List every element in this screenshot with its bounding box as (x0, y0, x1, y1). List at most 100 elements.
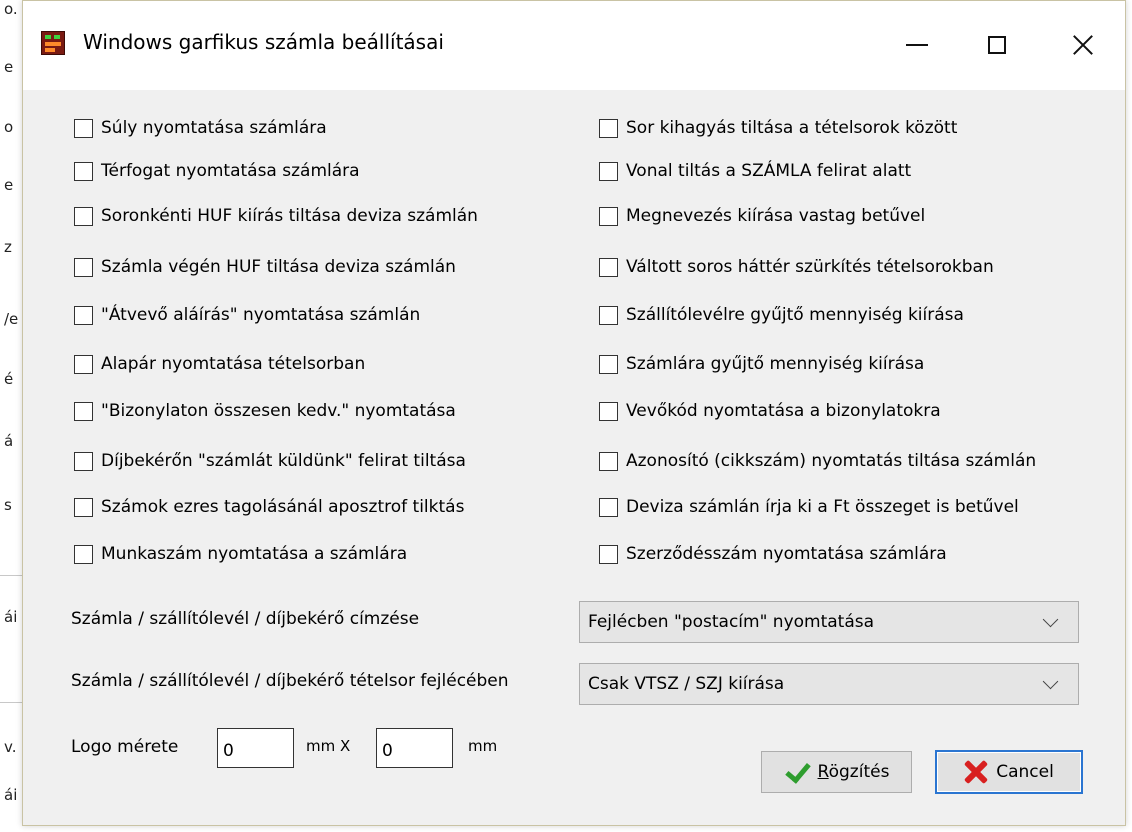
checkbox-box[interactable] (599, 161, 618, 181)
background-fragment: é (4, 370, 14, 388)
checkbox-label: Vonal tiltás a SZÁMLA felirat alatt (626, 161, 912, 181)
checkbox-huf-at-end[interactable]: Számla végén HUF tiltása deviza számlán (74, 257, 456, 277)
checkbox-apostrophe[interactable]: Számok ezres tagolásánál aposztrof tilkt… (74, 497, 464, 517)
maximize-button[interactable] (967, 17, 1027, 73)
checkbox-total-discount[interactable]: "Bizonylaton összesen kedv." nyomtatása (74, 401, 456, 421)
logo-width-unit: mm X (306, 737, 351, 755)
close-icon (1072, 34, 1094, 56)
checkbox-label: Szerződésszám nyomtatása számlára (626, 544, 947, 564)
background-fragment: s (4, 496, 12, 514)
checkbox-label: Deviza számlán írja ki a Ft összeget is … (626, 497, 1019, 517)
checkbox-label: "Átvevő aláírás" nyomtatása számlán (101, 305, 421, 325)
background-divider (0, 702, 22, 703)
checkbox-ft-in-words[interactable]: Deviza számlán írja ki a Ft összeget is … (599, 497, 1019, 517)
chevron-down-icon (1042, 673, 1059, 689)
window-title: Windows garfikus számla beállításai (83, 30, 444, 54)
background-fragment: v. (4, 738, 17, 756)
checkbox-receiver-signature[interactable]: "Átvevő aláírás" nyomtatása számlán (74, 305, 420, 325)
checkbox-label: Súly nyomtatása számlára (101, 118, 327, 138)
chevron-down-icon (1042, 611, 1059, 627)
save-button-label-rest: ögzítés (828, 762, 890, 782)
checkbox-label: Megnevezés kiírása vastag betűvel (626, 206, 926, 226)
checkbox-label: Azonosító (cikkszám) nyomtatás tiltása s… (626, 451, 1037, 471)
save-button[interactable]: Rögzítés (761, 751, 912, 793)
checkbox-huf-per-line[interactable]: Soronkénti HUF kiírás tiltása deviza szá… (74, 206, 478, 226)
background-fragment: z (4, 238, 12, 256)
checkbox-box[interactable] (74, 451, 93, 471)
checkbox-box[interactable] (74, 401, 93, 421)
checkbox-box[interactable] (599, 206, 618, 226)
app-icon (41, 31, 65, 55)
checkbox-proforma-caption[interactable]: Díjbekérőn "számlát küldünk" felirat til… (74, 451, 466, 471)
checkbox-no-row-skip[interactable]: Sor kihagyás tiltása a tételsorok között (599, 118, 957, 138)
checkbox-weight-print[interactable]: Súly nyomtatása számlára (74, 118, 327, 138)
header-label: Számla / szállítólevél / díjbekérő tétel… (71, 671, 509, 691)
addressing-label: Számla / szállítólevél / díjbekérő címzé… (71, 609, 420, 629)
maximize-icon (988, 36, 1006, 54)
addressing-select[interactable]: Fejlécben "postacím" nyomtatása (579, 601, 1079, 643)
header-select[interactable]: Csak VTSZ / SZJ kiírása (579, 663, 1079, 705)
checkbox-label: Számlára gyűjtő mennyiség kiírása (626, 354, 925, 374)
checkbox-label: Térfogat nyomtatása számlára (101, 161, 360, 181)
checkbox-box[interactable] (74, 206, 93, 226)
title-bar[interactable]: Windows garfikus számla beállításai (23, 1, 1125, 90)
checkbox-invoice-qty[interactable]: Számlára gyűjtő mennyiség kiírása (599, 354, 924, 374)
checkbox-box[interactable] (74, 161, 93, 181)
checkbox-box[interactable] (74, 257, 93, 277)
logo-height-input[interactable] (376, 728, 453, 768)
checkbox-label: Munkaszám nyomtatása a számlára (101, 544, 408, 564)
checkbox-delivery-qty[interactable]: Szállítólevélre gyűjtő mennyiség kiírása (599, 305, 964, 325)
checkbox-label: Vevőkód nyomtatása a bizonylatokra (626, 401, 941, 421)
checkbox-box[interactable] (599, 401, 618, 421)
checkbox-box[interactable] (599, 544, 618, 564)
minimize-icon (906, 44, 928, 46)
checkbox-label: Soronkénti HUF kiírás tiltása deviza szá… (101, 206, 478, 226)
checkbox-label: Számok ezres tagolásánál aposztrof tilkt… (101, 497, 465, 517)
checkbox-no-line[interactable]: Vonal tiltás a SZÁMLA felirat alatt (599, 161, 911, 181)
logo-size-label: Logo mérete (71, 737, 179, 757)
checkbox-label: Díjbekérőn "számlát küldünk" felirat til… (101, 451, 466, 471)
background-fragment: ái (4, 786, 18, 804)
background-fragment: ái (4, 608, 18, 626)
red-x-icon (964, 760, 988, 784)
checkbox-contract-number[interactable]: Szerződésszám nyomtatása számlára (599, 544, 947, 564)
background-app-strip: o. e o e z /e é á s ái v. ái (0, 0, 22, 832)
checkbox-volume-print[interactable]: Térfogat nyomtatása számlára (74, 161, 360, 181)
background-fragment: á (4, 432, 14, 450)
checkbox-box[interactable] (74, 354, 93, 374)
checkbox-box[interactable] (599, 451, 618, 471)
checkbox-box[interactable] (74, 544, 93, 564)
background-fragment: o (4, 118, 14, 136)
close-button[interactable] (1053, 17, 1113, 73)
checkbox-label: "Bizonylaton összesen kedv." nyomtatása (101, 401, 456, 421)
checkbox-box[interactable] (74, 305, 93, 325)
checkbox-box[interactable] (599, 257, 618, 277)
checkbox-box[interactable] (599, 118, 618, 138)
logo-width-input[interactable] (217, 728, 294, 768)
settings-dialog: Windows garfikus számla beállításai Súly… (22, 0, 1126, 826)
checkbox-alternate-row[interactable]: Váltott soros háttér szürkítés tételsoro… (599, 257, 994, 277)
checkbox-box[interactable] (74, 497, 93, 517)
checkbox-box[interactable] (74, 118, 93, 138)
checkbox-box[interactable] (599, 497, 618, 517)
checkbox-job-number[interactable]: Munkaszám nyomtatása a számlára (74, 544, 407, 564)
checkbox-box[interactable] (599, 305, 618, 325)
cancel-button-label: Cancel (996, 762, 1054, 782)
checkbox-label: Alapár nyomtatása tételsorban (101, 354, 366, 374)
checkbox-label: Sor kihagyás tiltása a tételsorok között (626, 118, 958, 138)
checkmark-icon (784, 759, 810, 785)
checkbox-base-price[interactable]: Alapár nyomtatása tételsorban (74, 354, 365, 374)
header-select-value: Csak VTSZ / SZJ kiírása (588, 674, 785, 694)
cancel-button[interactable]: Cancel (935, 750, 1083, 794)
checkbox-customer-code[interactable]: Vevőkód nyomtatása a bizonylatokra (599, 401, 941, 421)
background-divider (0, 575, 22, 576)
background-fragment: /e (4, 310, 19, 328)
save-button-label: Rögzítés (818, 762, 890, 782)
minimize-button[interactable] (887, 17, 947, 73)
checkbox-label: Számla végén HUF tiltása deviza számlán (101, 257, 456, 277)
checkbox-box[interactable] (599, 354, 618, 374)
checkbox-bold-name[interactable]: Megnevezés kiírása vastag betűvel (599, 206, 925, 226)
save-button-accelerator: R (817, 762, 829, 782)
checkbox-item-code[interactable]: Azonosító (cikkszám) nyomtatás tiltása s… (599, 451, 1036, 471)
addressing-select-value: Fejlécben "postacím" nyomtatása (588, 612, 875, 632)
